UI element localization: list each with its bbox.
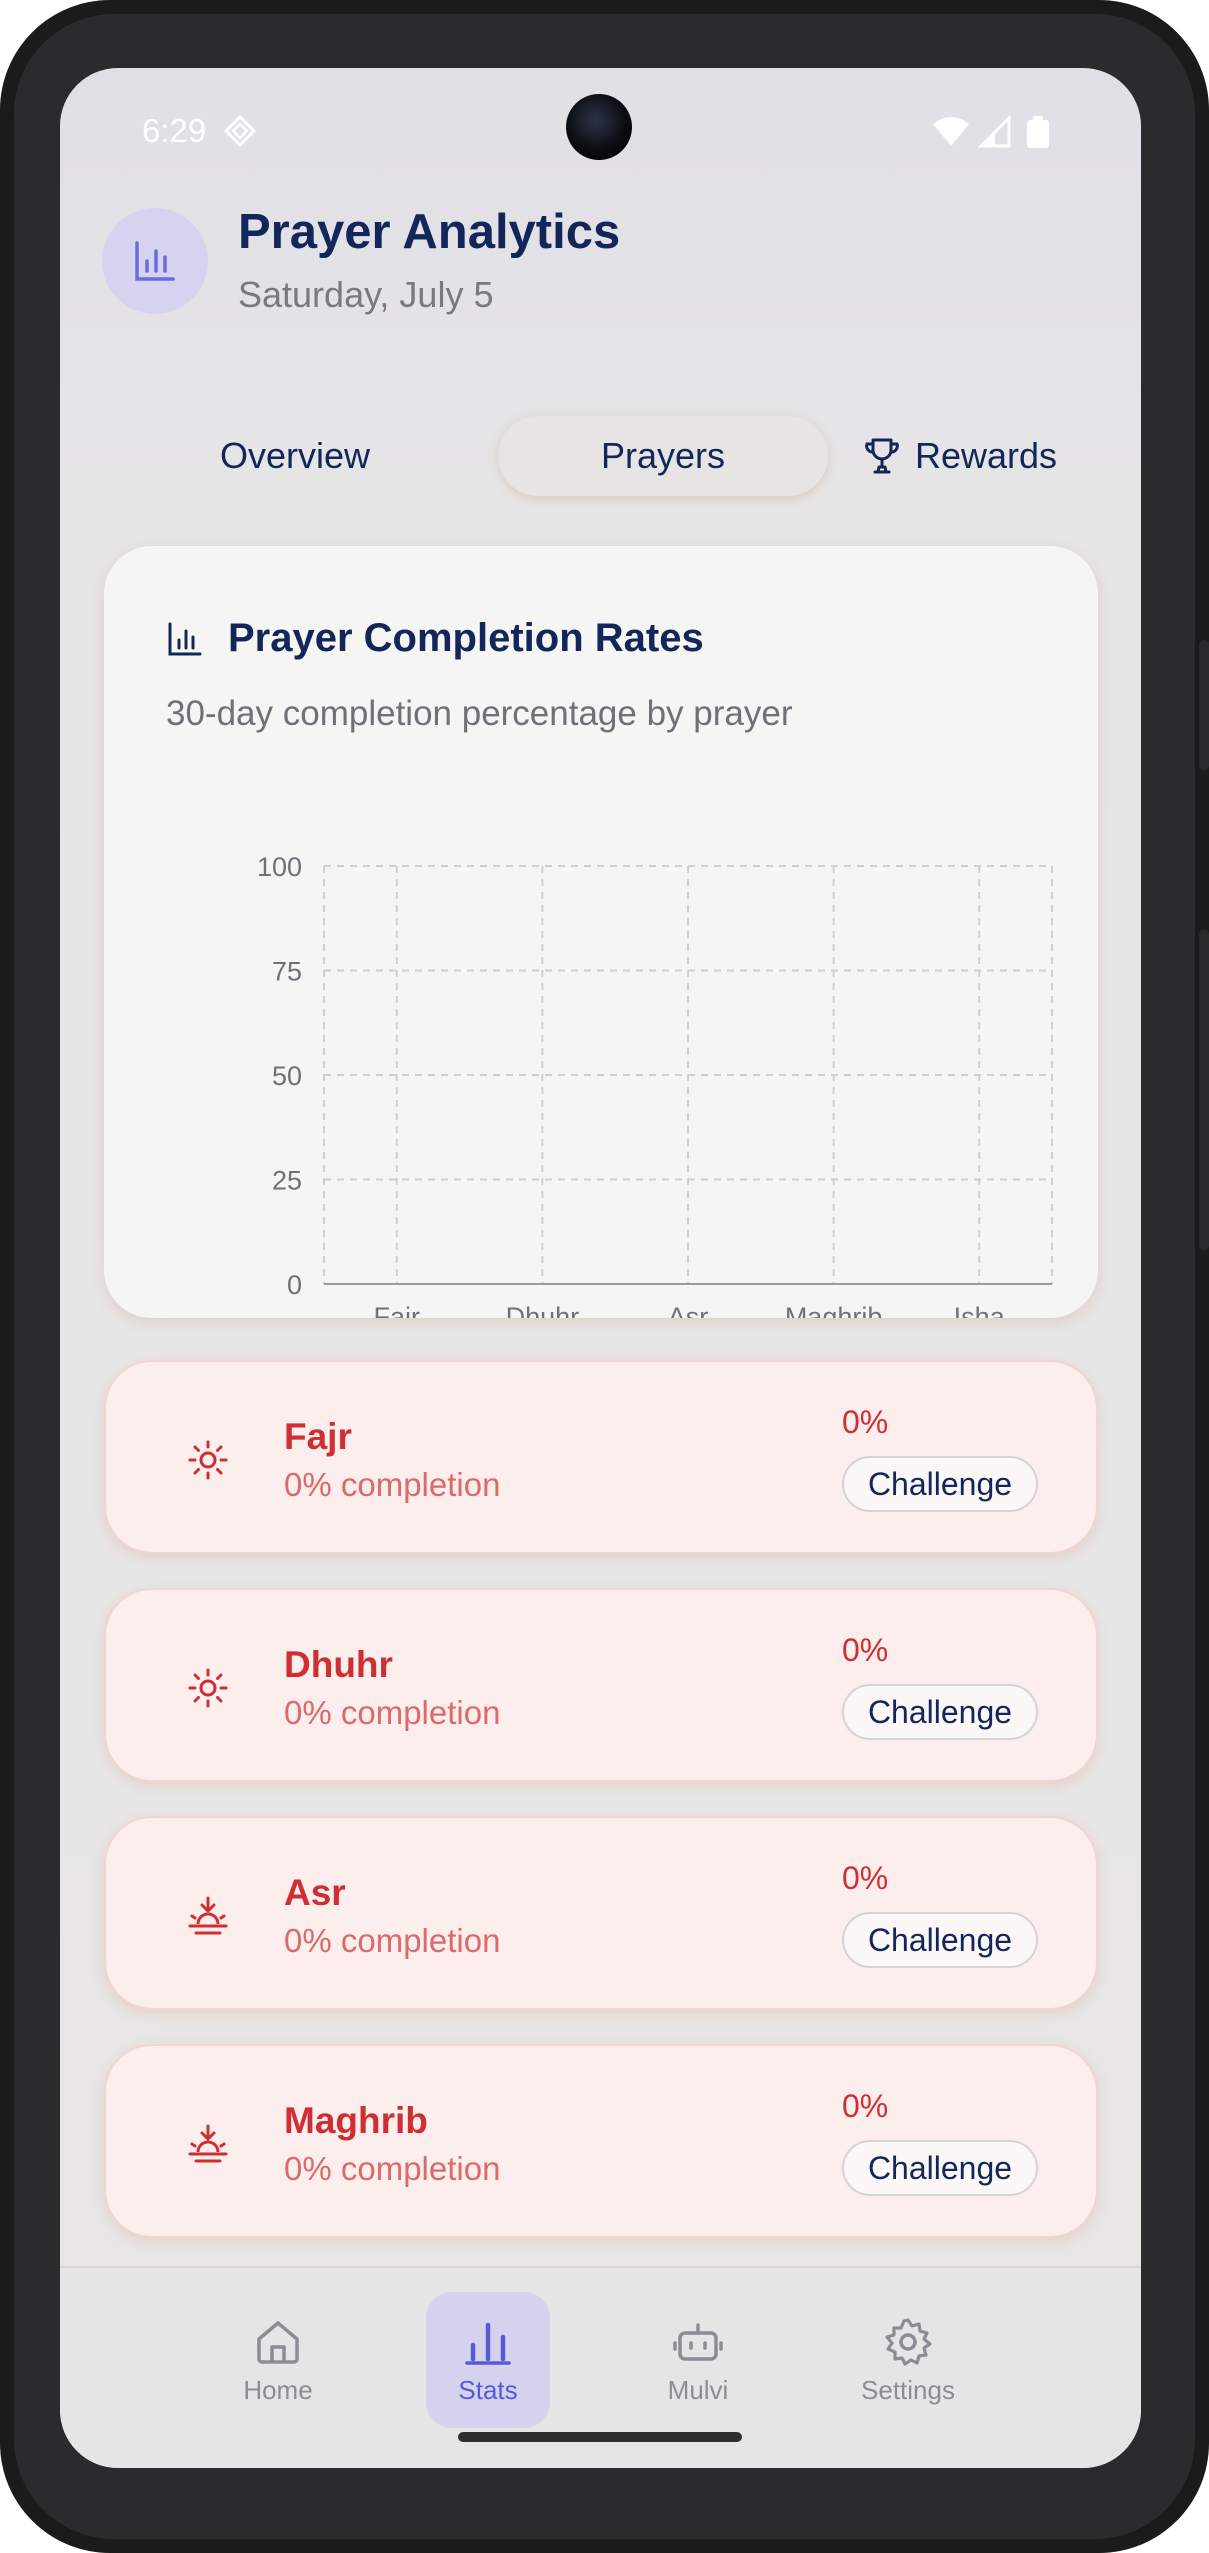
prayer-name: Dhuhr xyxy=(284,1644,393,1685)
nav-home[interactable]: Home xyxy=(216,2292,340,2428)
nav-settings[interactable]: Settings xyxy=(846,2292,970,2428)
bot-icon xyxy=(673,2322,723,2361)
nav-label: Settings xyxy=(861,2374,955,2405)
prayer-card-asr[interactable]: Asr 0% completion 0% Challenge xyxy=(104,1816,1098,2010)
y-tick-label: 25 xyxy=(272,1166,302,1196)
challenge-button[interactable]: Challenge xyxy=(842,1912,1038,1968)
sun-icon xyxy=(188,1668,228,1708)
nav-mulvi[interactable]: Mulvi xyxy=(636,2292,760,2428)
trophy-icon xyxy=(865,438,899,474)
battery-icon xyxy=(1027,116,1049,148)
tab-prayers[interactable]: Prayers xyxy=(498,416,828,496)
challenge-button[interactable]: Challenge xyxy=(842,2140,1038,2196)
x-tick-label: Dhuhr xyxy=(506,1302,580,1318)
tab-overview[interactable]: Overview xyxy=(160,394,430,518)
completion-bar-chart: 0 25 50 75 100 Fajr Dhuhr Asr Maghrib Isha xyxy=(257,852,1053,1318)
prayer-name: Maghrib xyxy=(284,2100,428,2141)
prayer-card-maghrib[interactable]: Maghrib 0% completion 0% Challenge xyxy=(104,2044,1098,2238)
completion-chart-card: Prayer Completion Rates 30-day completio… xyxy=(104,546,1098,1318)
y-tick-label: 50 xyxy=(272,1061,302,1091)
tab-bar: Overview Prayers Rewards xyxy=(160,394,1057,518)
signal-icon xyxy=(977,114,1011,148)
x-tick-label: Isha xyxy=(954,1302,1006,1318)
page-title: Prayer Analytics xyxy=(238,205,621,259)
sunset-icon xyxy=(188,1896,228,1935)
prayer-completion: 0% completion xyxy=(284,1922,501,1959)
home-icon xyxy=(257,2320,299,2364)
prayer-percent: 0% xyxy=(842,1860,889,1896)
bar-chart-icon xyxy=(465,2322,511,2365)
prayer-percent: 0% xyxy=(842,2088,889,2124)
front-camera xyxy=(566,94,632,160)
challenge-button[interactable]: Challenge xyxy=(842,1456,1038,1512)
prayer-completion: 0% completion xyxy=(284,1694,501,1731)
tab-label: Prayers xyxy=(600,435,726,476)
status-time: 6:29 xyxy=(142,112,207,149)
prayer-card-dhuhr[interactable]: Dhuhr 0% completion 0% Challenge xyxy=(104,1588,1098,1782)
prayer-name: Asr xyxy=(284,1872,346,1913)
wifi-icon xyxy=(933,117,969,146)
page-date: Saturday, July 5 xyxy=(238,274,494,315)
prayer-completion: 0% completion xyxy=(284,1466,501,1503)
phone-frame: 6:29 Prayer Analytics Saturday, July 5 O… xyxy=(0,0,1209,2553)
x-tick-label: Asr xyxy=(668,1302,709,1318)
home-indicator[interactable] xyxy=(458,2432,742,2442)
app-logo xyxy=(102,208,208,314)
prayer-percent: 0% xyxy=(842,1404,889,1440)
x-tick-label: Maghrib xyxy=(785,1302,883,1318)
y-tick-label: 100 xyxy=(257,852,302,882)
gear-icon xyxy=(885,2317,932,2366)
nav-stats[interactable]: Stats xyxy=(426,2292,550,2428)
power-button xyxy=(1199,640,1209,770)
screen: 6:29 Prayer Analytics Saturday, July 5 O… xyxy=(60,68,1141,2468)
notification-icon xyxy=(223,114,257,148)
tab-label: Rewards xyxy=(914,435,1058,476)
sunset-icon xyxy=(188,2124,228,2163)
y-tick-label: 0 xyxy=(287,1270,302,1300)
prayer-completion: 0% completion xyxy=(284,2150,501,2187)
sun-icon xyxy=(188,1440,228,1480)
volume-button xyxy=(1199,930,1209,1250)
prayer-card-fajr[interactable]: Fajr 0% completion 0% Challenge xyxy=(104,1360,1098,1554)
y-tick-label: 75 xyxy=(272,957,302,987)
bar-chart-icon xyxy=(135,241,175,281)
status-icons xyxy=(933,114,1049,148)
prayer-percent: 0% xyxy=(842,1632,889,1668)
nav-label: Mulvi xyxy=(667,2374,729,2405)
tab-rewards[interactable]: Rewards xyxy=(860,394,1060,518)
challenge-button[interactable]: Challenge xyxy=(842,1684,1038,1740)
x-tick-label: Fajr xyxy=(374,1302,421,1318)
tab-label: Overview xyxy=(219,435,371,476)
nav-label: Home xyxy=(243,2374,313,2405)
prayer-name: Fajr xyxy=(284,1416,352,1457)
nav-label: Stats xyxy=(458,2374,518,2405)
